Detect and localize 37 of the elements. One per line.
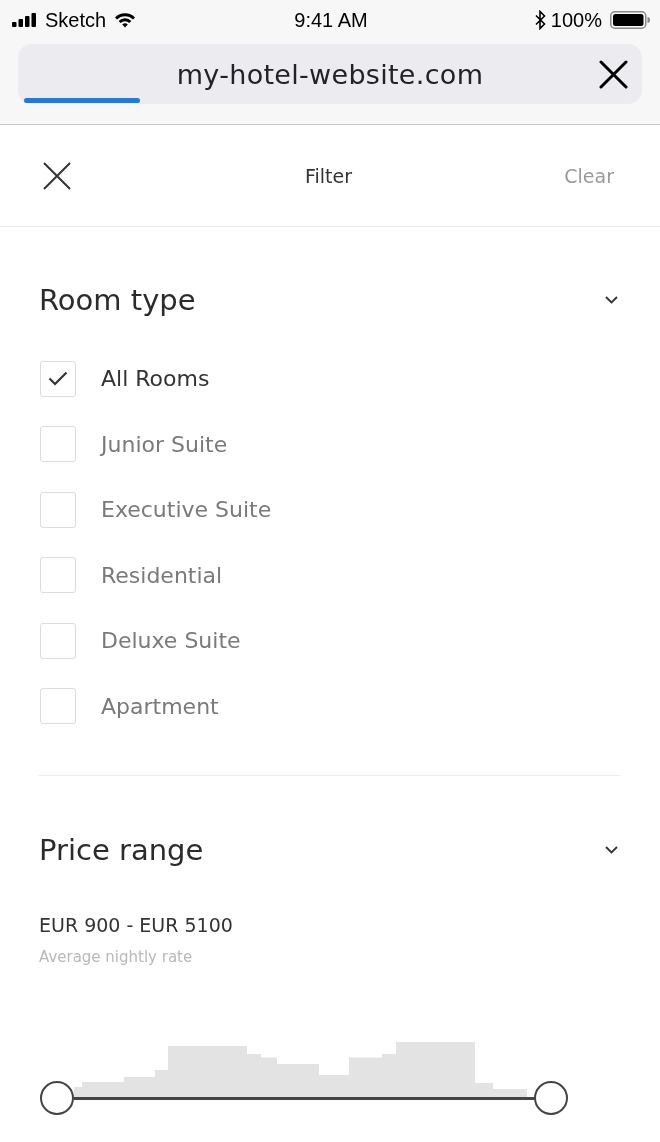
option-label[interactable]: Apartment [101,693,219,719]
wifi-icon [114,12,137,28]
address-bar[interactable]: my-hotel-website.com [18,44,642,104]
url-text: my-hotel-website.com [176,58,484,90]
battery-percentage: 100% [550,8,602,32]
option-label[interactable]: Junior Suite [101,431,228,457]
close-button[interactable] [43,161,71,190]
checkbox[interactable] [40,557,76,594]
option-label[interactable]: Deluxe Suite [101,628,241,654]
checkbox[interactable] [40,688,76,725]
filter-title: Filter [304,164,353,187]
option-label[interactable]: All Rooms [101,366,210,392]
chevron-down-icon[interactable] [605,296,618,304]
slider-handle[interactable] [40,1081,74,1115]
section-title: Room type [39,283,196,317]
chevron-down-icon[interactable] [605,846,618,854]
checkbox[interactable] [40,360,76,397]
checkmark-icon [48,371,68,387]
option-label[interactable]: Residential [101,562,223,588]
close-icon [43,161,71,190]
carrier-name: Sketch [45,8,107,32]
bluetooth-icon [534,10,546,30]
battery-icon [610,11,650,29]
checkbox[interactable] [40,491,76,528]
option-label[interactable]: Executive Suite [101,497,272,523]
section-title: Price range [39,833,204,867]
price-range-value: EUR 900 - EUR 5100 [39,913,233,937]
slider-track[interactable] [74,1096,534,1100]
clear-button[interactable]: Clear [564,164,614,187]
close-icon [599,59,628,89]
status-time: 9:41 AM [294,8,368,32]
close-button[interactable] [599,59,628,89]
checkbox[interactable] [40,622,76,659]
checkbox[interactable] [40,426,76,463]
price-caption: Average nightly rate [39,947,193,967]
signal-icon [12,13,36,27]
slider-handle[interactable] [534,1081,568,1115]
